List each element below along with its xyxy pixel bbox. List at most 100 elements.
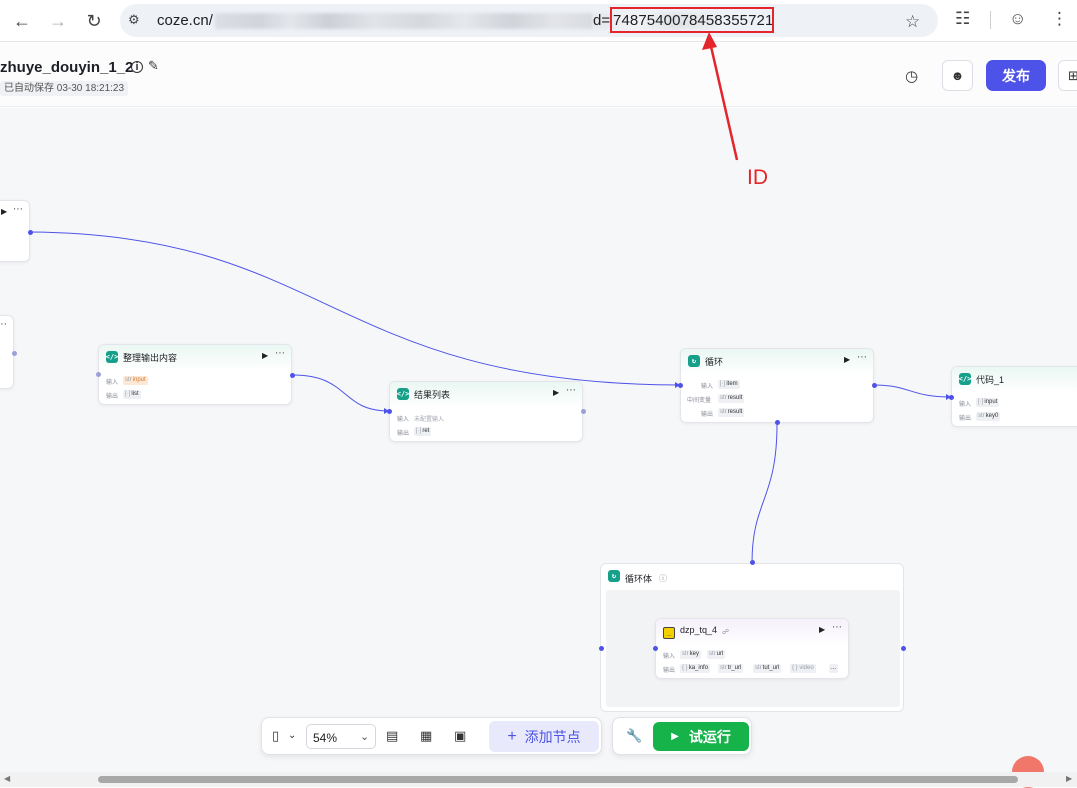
output-tag-tut-url: strtut_url [753,664,782,673]
input-port[interactable] [949,395,954,400]
info-icon[interactable]: ⓘ [659,573,667,584]
output-label: 输出 [106,394,119,400]
output-port[interactable] [290,373,295,378]
chevron-down-icon[interactable]: ⌄ [288,730,296,741]
collaborators-button[interactable]: ☻ [942,60,973,91]
loop-body-top-port[interactable] [750,560,755,565]
loop-body-in-port[interactable] [599,646,604,651]
node-more-icon[interactable]: ⋯ [566,385,576,396]
add-node-button[interactable]: + 添加节点 [489,721,599,752]
node-more-icon[interactable]: ⋯ [275,348,285,359]
comment-icon[interactable]: ▤ [386,728,398,744]
test-run-label: 试运行 [688,728,731,745]
code-node-icon: </> [396,388,410,400]
output-tag-ka-info: { }ka_info [680,664,711,673]
url-redacted [215,13,593,29]
start-node-partial[interactable]: ▶ ⋯ [0,200,30,262]
workflow-canvas[interactable]: ▶ ⋯ ⋯ </> 整理输出内容 ▶ ⋯ 输入 strinput 输出 [·]l… [0,108,1077,772]
output-label: 输出 [397,431,410,437]
output-port[interactable] [28,230,33,235]
plugin-link-icon[interactable]: ☍ [722,628,729,636]
profile-icon[interactable]: ☺ [1009,9,1026,29]
address-bar[interactable]: ⚙ coze.cn/ d= 7487540078458355721 ☆ [120,4,938,37]
node-result-list[interactable]: </> 结果列表 ▶ ⋯ 输入 未配置输入 输出 [·]ret [389,381,583,442]
output-tag: [·]ret [414,427,432,436]
save-status: 已自动保存 03-30 18:21:23 [0,81,129,96]
loop-node-icon: ↻ [608,570,620,582]
mouse-mode-icon[interactable]: ▯ [272,728,279,744]
input-label: 输入 [701,384,714,390]
input-port[interactable] [387,409,392,414]
publish-button[interactable]: 发布 [986,60,1046,91]
node-plugin-dzp[interactable]: .... dzp_tq_4 ☍ ▶ ⋯ 输入 strkey strurl 输出 … [655,618,849,679]
users-icon: ☻ [950,68,965,83]
output-more-tag[interactable]: ... [829,664,839,673]
output-port[interactable] [12,351,17,356]
loop-body-port[interactable] [775,420,780,425]
layout-grid-icon[interactable]: ▦ [420,728,432,744]
input-port[interactable] [96,372,101,377]
test-run-button[interactable]: ▶ 试运行 [653,722,749,751]
run-node-icon[interactable]: ▶ [553,388,559,397]
history-icon[interactable]: ◷ [905,67,918,85]
chevron-down-icon: ⌄ [360,731,370,743]
scroll-right-icon[interactable]: ▶ [1066,774,1072,783]
scrollbar-thumb[interactable] [98,776,1018,783]
output-label: 输出 [959,416,972,422]
bookmark-star-icon[interactable]: ☆ [905,12,920,32]
node-more-icon[interactable]: ⋯ [832,622,842,633]
output-label: 输出 [663,668,676,674]
input-label: 输入 [397,417,410,423]
node-format-output[interactable]: </> 整理输出内容 ▶ ⋯ 输入 strinput 输出 [·]list [98,344,292,405]
browser-menu-icon[interactable]: ⋮ [1051,9,1068,29]
node-more-icon[interactable]: ⋯ [857,352,867,363]
workflow-header: zhuye_douyin_1_2 i ✎ 已自动保存 03-30 18:21:2… [0,43,1077,107]
scroll-left-icon[interactable]: ◀ [4,774,10,783]
node-title: 整理输出内容 [123,353,178,363]
minimap-icon[interactable]: ▣ [454,728,466,744]
play-icon: ▶ [671,731,679,742]
run-node-icon[interactable]: ▶ [262,351,268,360]
node-more-icon[interactable]: ⋯ [0,319,7,330]
code-node-icon: </> [105,351,119,363]
zoom-value: 54% [313,731,338,745]
edge-loop-to-code [873,384,952,398]
node-loop[interactable]: ↻ 循环 ▶ ⋯ 输入 [·]item 中间变量 strresult 输出 st… [680,348,874,423]
reload-icon[interactable]: ↻ [82,9,106,33]
edge-format-to-result [292,374,390,412]
horizontal-scrollbar[interactable]: ◀ ▶ [0,772,1077,787]
output-tag-video: { } video [790,664,816,673]
run-node-icon[interactable]: ▶ [819,625,825,634]
toolbar-divider [990,11,991,29]
output-port[interactable] [581,409,586,414]
input-port[interactable] [653,646,658,651]
info-icon[interactable]: i [131,61,143,73]
site-settings-icon[interactable]: ⚙ [128,12,146,30]
output-port[interactable] [872,383,877,388]
extensions-icon[interactable]: ☷ [955,9,970,29]
url-param: d= [593,12,611,29]
node-title: dzp_tq_4 [680,625,718,635]
plugin-icon: .... [663,627,675,639]
back-icon[interactable]: ← [10,9,34,33]
loop-body-title: 循环体 [625,574,653,584]
input-tag-url: strurl [707,650,726,659]
run-node-icon[interactable]: ▶ [844,355,850,364]
wrench-icon[interactable]: 🔧 [626,728,642,744]
plus-icon: + [507,727,517,745]
output-tag: [·]list [123,390,141,399]
forward-icon[interactable]: → [46,9,70,33]
run-node-icon[interactable]: ▶ [1,207,7,216]
node-more-icon[interactable]: ⋯ [13,204,23,215]
more-actions-button[interactable]: ⊞ [1058,60,1077,91]
node-title: 代码_1 [976,375,1005,385]
input-port[interactable] [678,383,683,388]
loop-body-out-port[interactable] [901,646,906,651]
output-tag: strkey0 [976,412,1001,421]
node-code-1[interactable]: </> 代码_1 输入 [·]input 输出 strkey0 [951,366,1077,427]
workflow-name: zhuye_douyin_1_2 [0,59,134,76]
add-panel-icon: ⊞ [1068,67,1077,83]
output-tag-tr-url: strtr_url [718,664,744,673]
edit-icon[interactable]: ✎ [148,58,159,74]
zoom-select[interactable]: 54% ⌄ [306,724,376,749]
